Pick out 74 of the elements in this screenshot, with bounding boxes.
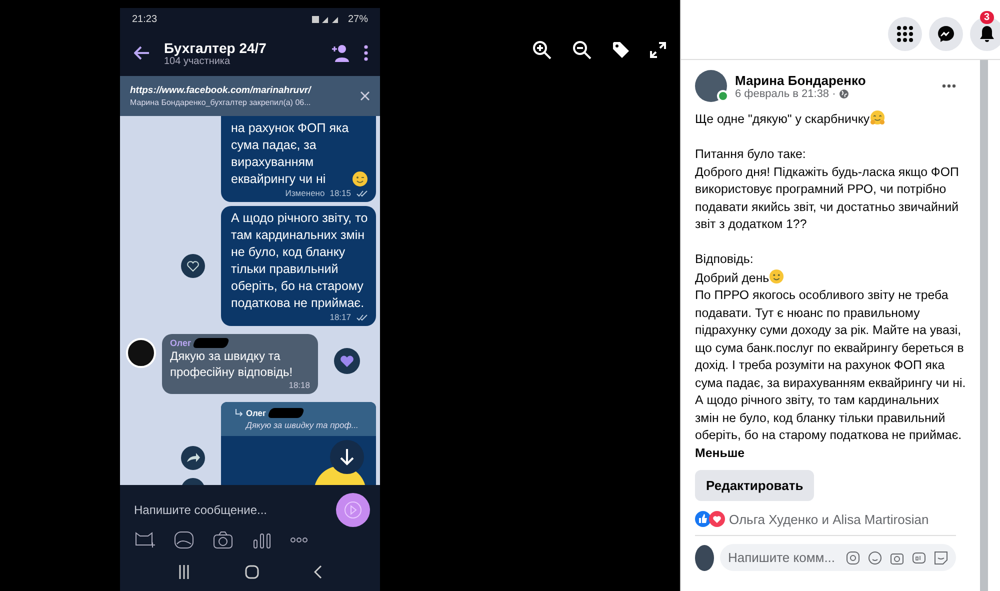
- redaction-mark: [192, 338, 230, 348]
- more-icon[interactable]: [290, 537, 308, 543]
- status-time: 21:23: [132, 14, 158, 24]
- double-check-icon: [356, 314, 368, 320]
- message-text: Дякую за швидку та професійну відповідь!: [170, 348, 294, 380]
- sender-name: Олег: [246, 408, 266, 418]
- add-member-icon[interactable]: [330, 44, 350, 62]
- redaction-mark: [267, 408, 305, 418]
- post-text: Добрий день: [695, 270, 770, 284]
- reply-arrow-icon: [235, 409, 243, 417]
- sticker-icon[interactable]: [134, 530, 156, 550]
- see-less-link[interactable]: Меньше: [695, 444, 966, 462]
- post-text: Доброго дня! Підкажіть будь-ласка якщо ФОП використовує програмний РРО, чи потрібно подавати якийсь звіт, чи достатньо звичайний звіт з додатком 1??: [695, 164, 959, 231]
- chat-title: Бухгалтер 24/7: [164, 40, 268, 56]
- zoom-out-icon[interactable]: [572, 40, 592, 60]
- double-check-icon: [356, 190, 368, 196]
- zoom-in-icon[interactable]: [532, 40, 552, 60]
- emoji-icon[interactable]: [868, 550, 882, 564]
- edited-label: Изменено: [285, 188, 325, 198]
- author-avatar[interactable]: [695, 70, 727, 102]
- menu-button[interactable]: [888, 16, 922, 50]
- reactions-names[interactable]: Ольга Худенко и Alisa Martirosian: [729, 512, 929, 526]
- more-icon[interactable]: [364, 45, 368, 61]
- back-arrow-icon[interactable]: [134, 46, 150, 60]
- comment-field[interactable]: Напишите комм...: [720, 544, 956, 571]
- recent-apps-icon[interactable]: [178, 565, 190, 579]
- quoted-message[interactable]: Олег Дякую за швидку та проф...: [221, 402, 376, 436]
- post-text: По ПРРО якогось особливого звіту не треба подавати. Тут є нюанс по правильному підрахунку суми доходу за рік. Майте на увазі, що сума банк.послуг по еквайрингу береться в дохід. І треба розуміти на рахунок ФОП яка сума падає, за вирахуванням еквайрингу чи ні. А щодо річного звіту, то там кардинальних змін не було, код бланку тільки правильний оберіть, бо на старому податкова не приймає.: [695, 288, 966, 442]
- love-reaction-icon: [709, 511, 725, 527]
- tag-icon[interactable]: [612, 41, 630, 59]
- gallery-icon[interactable]: [173, 530, 195, 550]
- pinned-caption: Марина Бондаренко_бухгалтер закрепил(а) 06...: [130, 98, 312, 107]
- message-input[interactable]: Напишите сообщение...: [134, 503, 336, 517]
- fullscreen-icon[interactable]: [650, 42, 666, 58]
- sender-name: Олег: [170, 338, 192, 348]
- user-avatar[interactable]: [126, 338, 156, 368]
- sticker-icon[interactable]: [934, 550, 948, 564]
- pinned-link[interactable]: https://www.facebook.com/marinahruvr/: [130, 85, 360, 96]
- record-button-icon[interactable]: [336, 493, 370, 527]
- more-options-icon[interactable]: [942, 84, 956, 88]
- message-text: А щодо річного звіту, то там кардинальних змін не було, код бланку тільки правильний оберіть, бо на старому податкова не приймає.: [231, 210, 368, 312]
- post-text: Ще одне "дякую" у скарбничку: [695, 112, 870, 126]
- avatar-sticker-icon[interactable]: [846, 550, 860, 564]
- like-reaction-icon: [695, 511, 711, 527]
- messenger-icon: [937, 24, 955, 42]
- notification-badge: 3: [980, 10, 994, 24]
- camera-icon[interactable]: [890, 550, 904, 564]
- bell-icon: [979, 24, 995, 42]
- share-button-icon[interactable]: [181, 446, 205, 470]
- post-date[interactable]: 6 февраль в 21:38 ·: [735, 88, 836, 100]
- pinned-message-bar[interactable]: https://www.facebook.com/marinahruvr/ Марина Бондаренко_бухгалтер закрепил(а) 06...: [120, 76, 380, 116]
- post-text: Питання було таке:: [695, 147, 806, 161]
- camera-icon[interactable]: [212, 530, 234, 550]
- battery-level: 27%: [348, 14, 368, 24]
- gif-icon[interactable]: [912, 550, 926, 564]
- member-count: 104 участника: [164, 56, 230, 66]
- download-button-icon[interactable]: [330, 440, 364, 474]
- grid-icon: [897, 26, 913, 42]
- author-name[interactable]: Марина Бондаренко: [735, 72, 934, 88]
- message-time: 18:17: [330, 312, 351, 322]
- globe-icon: [838, 88, 849, 98]
- message-text: на рахунок ФОП яка сума падає, за вирахуванням еквайрингу чи ні: [231, 120, 350, 188]
- back-icon[interactable]: [314, 565, 322, 579]
- online-dot: [717, 90, 729, 102]
- user-avatar[interactable]: [695, 544, 714, 570]
- messenger-button[interactable]: [929, 16, 963, 50]
- post-text: Відповідь:: [695, 252, 754, 266]
- quoted-text: Дякую за швидку та проф...: [244, 420, 360, 430]
- edit-button[interactable]: Редактировать: [695, 470, 814, 501]
- home-icon[interactable]: [244, 565, 259, 579]
- message-time: 18:18: [288, 380, 310, 390]
- message-time: 18:15: [330, 188, 351, 198]
- close-icon[interactable]: [360, 91, 370, 101]
- comment-input[interactable]: Напишите комм...: [728, 550, 838, 565]
